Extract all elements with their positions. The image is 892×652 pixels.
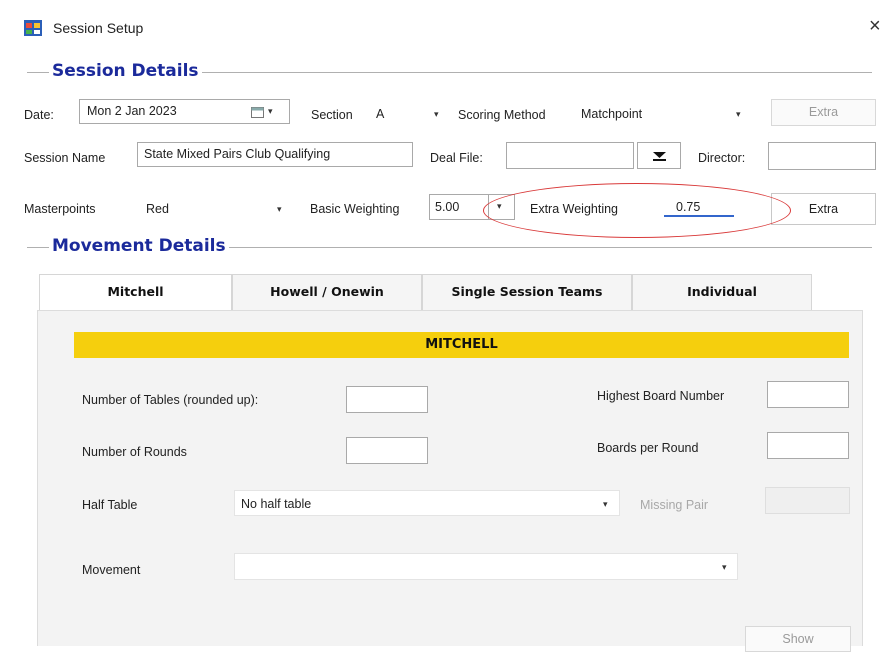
masterpoints-label: Masterpoints [24, 202, 96, 216]
dropdown-arrow-icon [653, 152, 666, 161]
highest-board-input[interactable] [767, 381, 849, 408]
session-name-value: State Mixed Pairs Club Qualifying [144, 147, 331, 161]
movement-select[interactable]: ▾ [234, 553, 738, 580]
scoring-method-value: Matchpoint [581, 107, 643, 121]
date-value: Mon 2 Jan 2023 [87, 104, 177, 118]
section-select[interactable]: A ▾ [372, 100, 450, 124]
num-tables-input[interactable] [346, 386, 428, 413]
session-name-label: Session Name [24, 151, 106, 165]
date-picker[interactable]: Mon 2 Jan 2023 ▾ [79, 99, 290, 124]
extra-scoring-button[interactable]: Extra [771, 99, 876, 126]
annotation-ellipse [483, 183, 791, 238]
deal-file-browse-button[interactable] [637, 142, 681, 169]
chevron-down-icon[interactable]: ▾ [277, 204, 282, 215]
mitchell-banner: MITCHELL [74, 332, 849, 358]
section-value: A [376, 107, 385, 121]
missing-pair-input[interactable] [765, 487, 850, 514]
chevron-down-icon[interactable]: ▾ [722, 562, 727, 573]
date-label: Date: [24, 108, 54, 122]
close-icon[interactable]: × [869, 16, 881, 36]
calendar-icon[interactable] [251, 106, 264, 118]
half-table-select[interactable]: No half table ▾ [234, 490, 620, 516]
half-table-value: No half table [241, 497, 312, 511]
boards-per-round-input[interactable] [767, 432, 849, 459]
director-label: Director: [698, 151, 746, 165]
director-input[interactable] [768, 142, 876, 170]
boards-per-round-label: Boards per Round [597, 441, 699, 455]
deal-file-input[interactable] [506, 142, 634, 169]
deal-file-label: Deal File: [430, 151, 483, 165]
section-label: Section [311, 108, 353, 122]
tab-mitchell[interactable]: Mitchell [39, 274, 232, 311]
tab-individual[interactable]: Individual [632, 274, 812, 310]
num-rounds-input[interactable] [346, 437, 428, 464]
scoring-method-label: Scoring Method [458, 108, 546, 122]
movement-label: Movement [82, 563, 141, 577]
session-details-heading: Session Details [49, 61, 202, 81]
missing-pair-label: Missing Pair [640, 498, 709, 512]
window-title: Session Setup [53, 20, 144, 36]
masterpoints-value: Red [146, 202, 169, 216]
scoring-method-select[interactable]: Matchpoint ▾ [575, 100, 760, 124]
chevron-down-icon[interactable]: ▾ [434, 109, 439, 120]
num-tables-label: Number of Tables (rounded up): [82, 393, 259, 407]
basic-weighting-value: 5.00 [435, 200, 460, 214]
show-button[interactable]: Show [745, 626, 851, 652]
tab-howell-onewin[interactable]: Howell / Onewin [232, 274, 422, 310]
session-name-input[interactable]: State Mixed Pairs Club Qualifying [137, 142, 413, 167]
highest-board-label: Highest Board Number [597, 389, 725, 403]
chevron-down-icon[interactable]: ▾ [603, 499, 608, 510]
mitchell-panel [37, 310, 863, 646]
tab-single-session-teams[interactable]: Single Session Teams [422, 274, 632, 310]
half-table-label: Half Table [82, 498, 138, 512]
movement-details-heading: Movement Details [49, 236, 229, 256]
basic-weighting-label: Basic Weighting [310, 202, 400, 216]
num-rounds-label: Number of Rounds [82, 445, 187, 459]
chevron-down-icon[interactable]: ▾ [736, 109, 741, 120]
masterpoints-select[interactable]: Red ▾ [140, 195, 295, 219]
app-icon [24, 20, 42, 36]
chevron-down-icon[interactable]: ▾ [268, 106, 273, 117]
